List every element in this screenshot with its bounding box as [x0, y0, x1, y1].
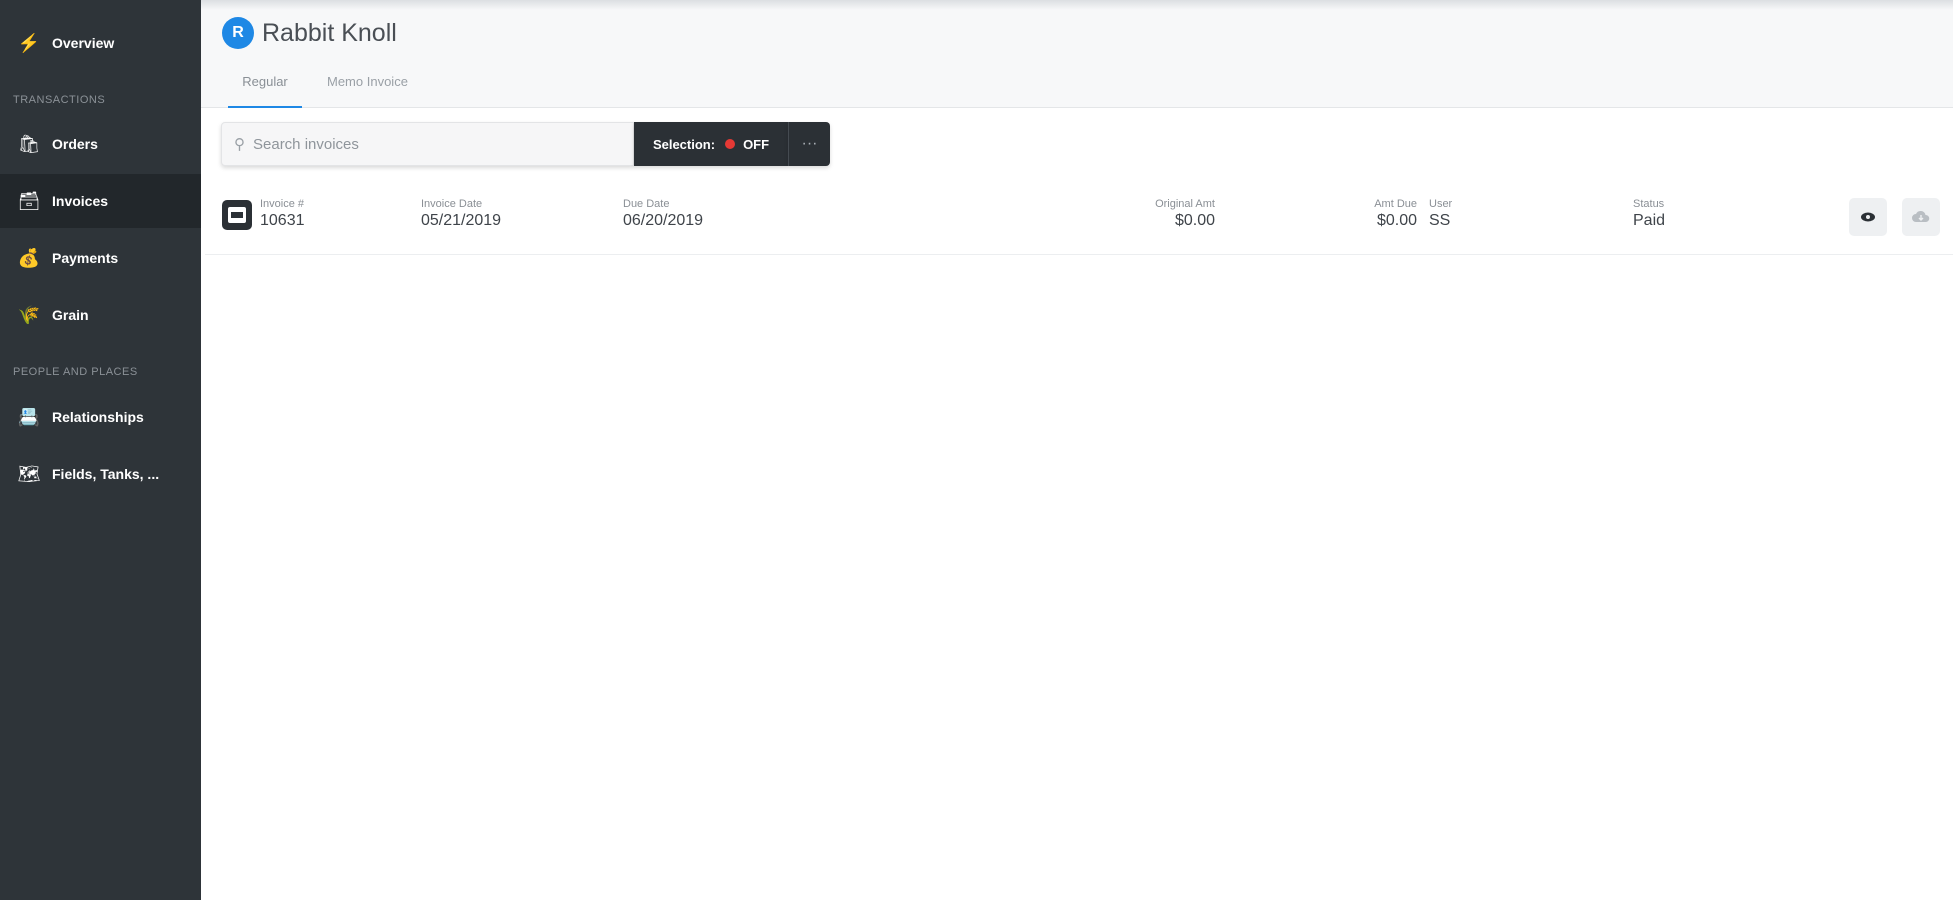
sidebar-item-label: Payments	[52, 250, 119, 266]
contacts-icon: 📇	[17, 406, 41, 427]
invoice-icon: 🗃	[17, 190, 41, 211]
grain-icon: 🌾	[17, 304, 41, 325]
sidebar-item-label: Invoices	[52, 193, 109, 209]
sidebar-item-label: Relationships	[52, 409, 144, 425]
payments-icon: 💰	[17, 247, 41, 268]
sidebar: ⚡ Overview TRANSACTIONS 🛍 Orders 🗃 Invoi…	[0, 0, 201, 900]
status-dot-icon	[725, 139, 736, 149]
status-badge: Paid	[1633, 212, 1666, 229]
sidebar-item-label: Overview	[52, 35, 115, 51]
search-icon: ⚲	[234, 136, 245, 153]
fields-icon: 🗺	[17, 463, 41, 484]
account-logo: R	[222, 17, 254, 49]
original-amount-cell: Original Amt $0.00	[1085, 198, 1215, 231]
user-cell: User SS	[1429, 198, 1452, 231]
section-label-people-and-places: PEOPLE AND PLACES	[13, 366, 138, 378]
amount-due-cell: Amt Due $0.00	[1285, 198, 1417, 231]
eye-icon	[1861, 212, 1875, 222]
table-row[interactable]: Invoice # 10631 Invoice Date 05/21/2019 …	[205, 182, 1953, 255]
search-box: ⚲	[221, 122, 634, 166]
sidebar-item-invoices[interactable]: 🗃 Invoices	[0, 174, 201, 228]
cell-caption: Status	[1633, 198, 1665, 210]
sidebar-item-label: Fields, Tanks, ...	[52, 466, 160, 482]
page-title: Rabbit Knoll	[262, 19, 397, 47]
invoice-date-cell: Invoice Date 05/21/2019	[421, 198, 501, 231]
download-button[interactable]	[1902, 198, 1940, 236]
tab-memo-invoice[interactable]: Memo Invoice	[327, 74, 408, 106]
orders-icon: 🛍	[17, 133, 41, 154]
sidebar-item-orders[interactable]: 🛍 Orders	[0, 117, 201, 171]
status-cell: Status Paid	[1633, 198, 1665, 231]
cell-caption: User	[1429, 198, 1453, 210]
section-label-transactions: TRANSACTIONS	[13, 94, 106, 106]
more-options-button[interactable]: ···	[788, 122, 830, 166]
cell-caption: Due Date	[623, 198, 670, 210]
selection-state: OFF	[743, 136, 770, 152]
selection-label: Selection:	[652, 136, 716, 152]
cell-caption: Invoice #	[260, 198, 305, 210]
cell-value: SS	[1429, 212, 1451, 229]
view-button[interactable]	[1849, 198, 1887, 236]
sidebar-item-label: Grain	[52, 307, 89, 323]
sidebar-item-label: Orders	[52, 136, 98, 152]
cloud-download-icon	[1912, 210, 1930, 222]
selection-toggle-button[interactable]: Selection: OFF	[634, 122, 788, 166]
sidebar-item-grain[interactable]: 🌾 Grain	[0, 288, 201, 342]
cell-value: 10631	[260, 212, 305, 229]
cell-value: $0.00	[1376, 212, 1417, 229]
cell-value: 06/20/2019	[623, 212, 704, 229]
cell-caption: Invoice Date	[421, 198, 483, 210]
search-input[interactable]	[251, 134, 615, 154]
due-date-cell: Due Date 06/20/2019	[623, 198, 703, 231]
sidebar-item-payments[interactable]: 💰 Payments	[0, 231, 201, 285]
header-shadow	[201, 0, 1953, 10]
invoice-icon	[222, 200, 252, 230]
lightning-icon: ⚡	[17, 32, 41, 53]
cell-value: $0.00	[1174, 212, 1215, 229]
tab-regular[interactable]: Regular	[228, 74, 302, 108]
sidebar-item-relationships[interactable]: 📇 Relationships	[0, 390, 201, 444]
cell-caption: Amt Due	[1374, 198, 1417, 210]
page-header: R Rabbit Knoll Regular Memo Invoice	[201, 0, 1953, 108]
cell-caption: Original Amt	[1155, 198, 1215, 210]
invoice-number-cell: Invoice # 10631	[260, 198, 305, 231]
sidebar-item-fields-tanks[interactable]: 🗺 Fields, Tanks, ...	[0, 447, 201, 501]
sidebar-item-overview[interactable]: ⚡ Overview	[0, 16, 201, 70]
cell-value: 05/21/2019	[421, 212, 502, 229]
